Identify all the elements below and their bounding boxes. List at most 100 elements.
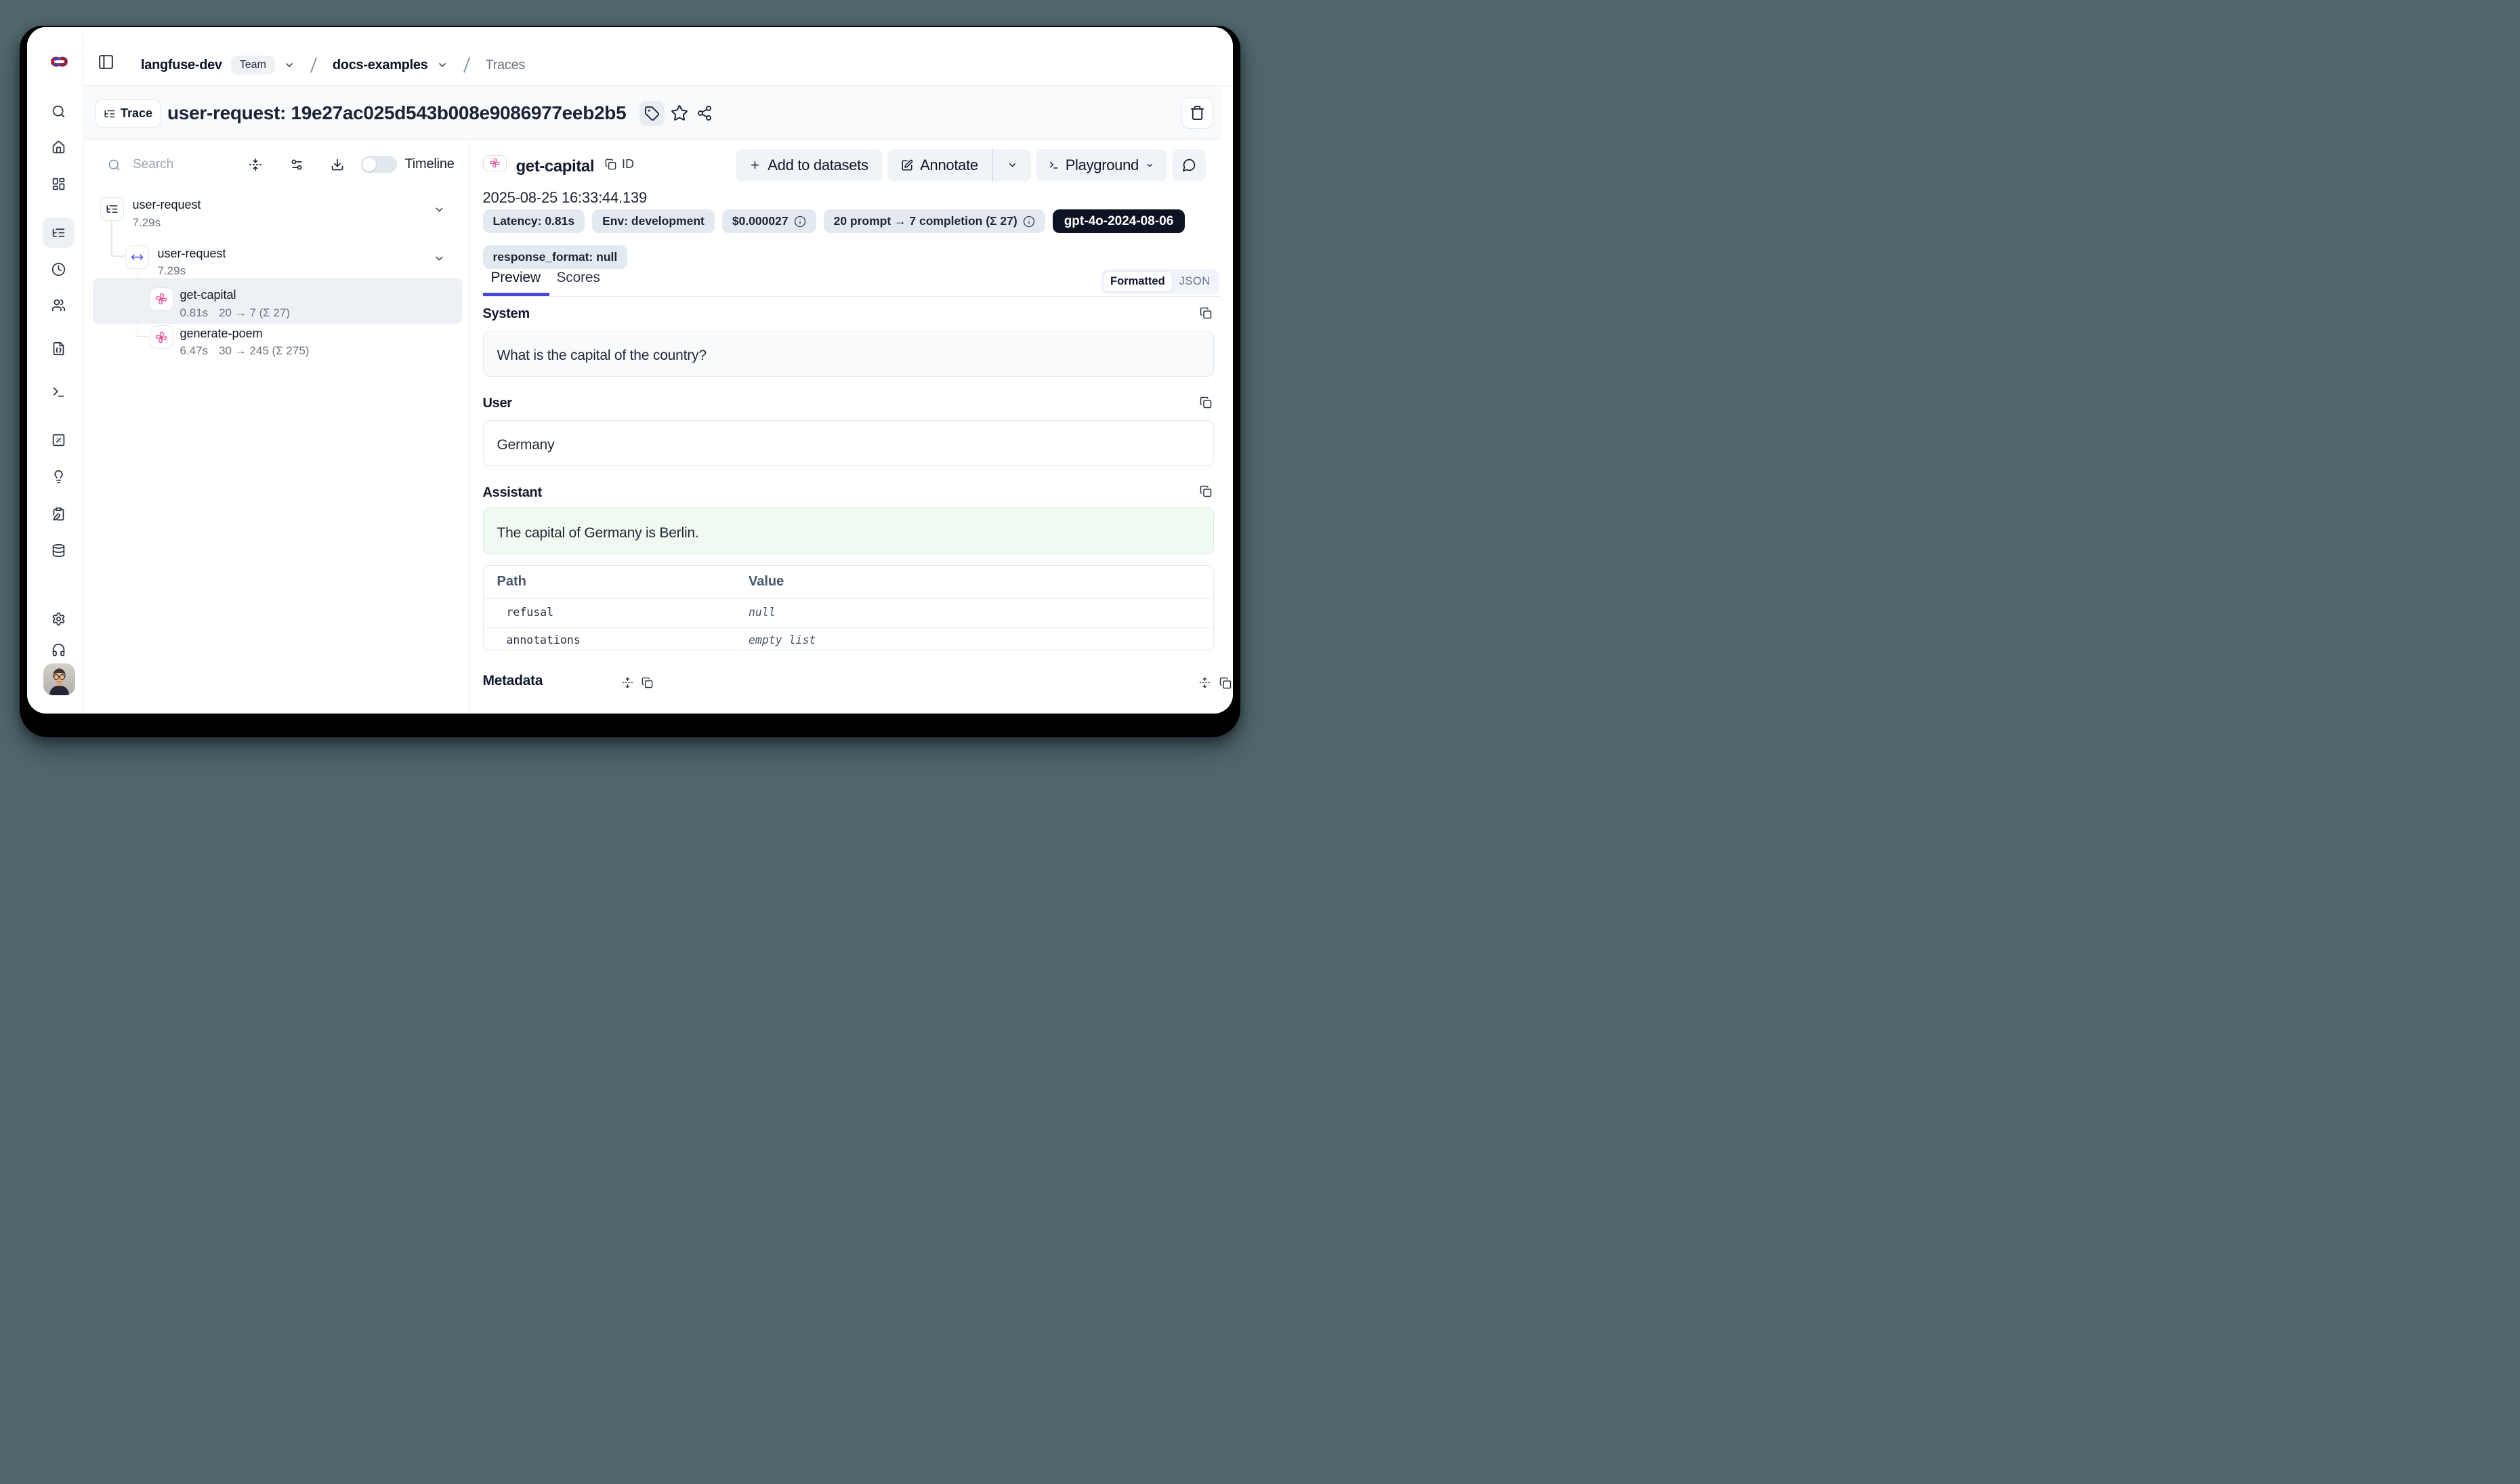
- annotate-pen-icon: [901, 159, 913, 171]
- sidebar-item-annotation[interactable]: [43, 499, 75, 529]
- tree-search[interactable]: Search: [108, 154, 173, 175]
- tree-connector: [111, 255, 125, 257]
- detail-title: get-capital: [516, 157, 595, 176]
- share-button[interactable]: [695, 104, 714, 123]
- metadata-expand-button[interactable]: [622, 677, 633, 688]
- org-chevron-down-icon[interactable]: [284, 60, 295, 70]
- search-icon: [108, 159, 121, 171]
- comments-button[interactable]: [1173, 149, 1206, 182]
- sidebar-item-evaluation[interactable]: [43, 425, 75, 455]
- breadcrumb-org[interactable]: langfuse-dev: [141, 58, 222, 73]
- system-message-text: What is the capital of the country?: [497, 348, 707, 364]
- observation-detail-panel: get-capital ID Add to datasets Annotate …: [470, 140, 1233, 714]
- generation-pinwheel-icon: [154, 292, 168, 306]
- bookmark-star-button[interactable]: [670, 104, 689, 123]
- langfuse-logo-icon[interactable]: [51, 56, 68, 68]
- tree-node-duration: 6.47s30 → 245 (Σ 275): [180, 344, 310, 358]
- sidebar-item-datasets[interactable]: [43, 535, 75, 566]
- trace-tree-icon: [106, 203, 119, 215]
- trace-title-bar: Trace user-request: 19e27ac025d543b008e9…: [83, 86, 1221, 140]
- section-heading-user: User: [483, 396, 512, 411]
- info-icon: [794, 215, 806, 228]
- tokens-badge[interactable]: 20 prompt → 7 completion (Σ 27): [824, 209, 1045, 233]
- project-chevron-down-icon[interactable]: [437, 60, 448, 70]
- tree-node-tokens: 30 → 245 (Σ 275): [219, 344, 309, 358]
- breadcrumb-project[interactable]: docs-examples: [333, 58, 428, 73]
- sidebar-item-support[interactable]: [43, 635, 75, 665]
- add-to-datasets-button[interactable]: Add to datasets: [736, 149, 882, 182]
- tree-node-collapse-chevron[interactable]: [434, 204, 445, 215]
- model-badge[interactable]: gpt-4o-2024-08-06: [1053, 209, 1185, 233]
- sidebar-item-prompts[interactable]: [43, 333, 75, 364]
- section-heading-assistant: Assistant: [483, 485, 542, 501]
- copy-system-button[interactable]: [1200, 307, 1212, 319]
- metadata-expand-button-right[interactable]: [1199, 677, 1211, 688]
- playground-label: Playground: [1066, 157, 1139, 174]
- unfold-vertical-icon: [622, 677, 633, 688]
- breadcrumb-separator: [310, 57, 317, 73]
- tree-node-tokens: 20 → 7 (Σ 27): [219, 306, 290, 320]
- sidebar-item-users[interactable]: [43, 290, 75, 321]
- metadata-copy-button-right[interactable]: [1219, 677, 1232, 689]
- tree-node-generation-icon-box: [150, 325, 173, 349]
- format-json-button[interactable]: JSON: [1173, 272, 1217, 291]
- tracing-icon: [51, 226, 66, 240]
- detail-generation-icon-box: [483, 155, 507, 171]
- unfold-vertical-icon: [1199, 677, 1211, 688]
- copy-assistant-button[interactable]: [1200, 485, 1212, 497]
- tree-node-label[interactable]: get-capital: [180, 288, 236, 302]
- annotate-button[interactable]: Annotate: [887, 149, 992, 182]
- id-label[interactable]: ID: [622, 157, 634, 171]
- tag-button[interactable]: [639, 101, 665, 126]
- tab-scores[interactable]: Scores: [557, 270, 600, 286]
- latency-badge: Latency: 0.81s: [483, 209, 585, 233]
- tree-node-label[interactable]: generate-poem: [180, 327, 263, 341]
- copy-id-button[interactable]: [605, 159, 616, 170]
- add-to-datasets-label: Add to datasets: [768, 157, 868, 174]
- sidebar-item-insights[interactable]: [43, 461, 75, 492]
- table-header-path: Path: [497, 574, 526, 590]
- sidebar-item-sessions[interactable]: [43, 254, 75, 285]
- sidebar-item-search[interactable]: [43, 96, 75, 127]
- copy-user-button[interactable]: [1200, 396, 1212, 409]
- plus-icon: [749, 159, 761, 171]
- trash-icon: [1190, 105, 1205, 121]
- breadcrumb-section[interactable]: Traces: [486, 58, 526, 73]
- format-formatted-button[interactable]: Formatted: [1103, 271, 1173, 292]
- download-button[interactable]: [330, 157, 345, 172]
- sidebar-item-home[interactable]: [43, 132, 75, 163]
- home-icon: [51, 140, 66, 154]
- sidebar-item-playground[interactable]: [43, 377, 75, 407]
- trace-type-badge: Trace: [96, 99, 161, 128]
- breadcrumb-separator-2: [463, 57, 469, 73]
- trace-type-label: Trace: [121, 106, 152, 121]
- env-badge: Env: development: [592, 209, 715, 233]
- table-row-value: null: [749, 606, 776, 619]
- tree-node-label[interactable]: user-request: [158, 247, 226, 261]
- tree-settings-button[interactable]: [289, 157, 304, 172]
- copy-icon: [1200, 307, 1212, 319]
- info-icon: [1023, 215, 1035, 228]
- share-icon: [696, 105, 713, 121]
- table-row-path: annotations: [507, 634, 581, 646]
- user-avatar[interactable]: [43, 663, 75, 695]
- metadata-heading: Metadata: [483, 673, 543, 689]
- sidebar-item-tracing[interactable]: [43, 218, 75, 248]
- tree-node-label[interactable]: user-request: [133, 198, 201, 212]
- collapse-all-button[interactable]: [248, 157, 263, 172]
- chat-bubble-icon: [1182, 158, 1196, 172]
- tree-node-collapse-chevron[interactable]: [434, 253, 445, 264]
- tab-preview[interactable]: Preview: [491, 270, 541, 286]
- annotate-dropdown-button[interactable]: [993, 149, 1031, 182]
- sidebar-toggle-button[interactable]: [97, 53, 114, 70]
- metadata-copy-button[interactable]: [642, 677, 653, 688]
- timeline-label: Timeline: [405, 157, 455, 172]
- table-divider: [484, 627, 1214, 628]
- sidebar-item-dashboards[interactable]: [43, 169, 75, 199]
- star-icon: [671, 104, 688, 122]
- cost-badge[interactable]: $0.000027: [722, 209, 816, 233]
- sidebar-item-settings[interactable]: [43, 604, 75, 634]
- playground-button[interactable]: Playground: [1036, 149, 1167, 182]
- timeline-toggle[interactable]: [361, 156, 397, 173]
- delete-trace-button[interactable]: [1181, 97, 1213, 129]
